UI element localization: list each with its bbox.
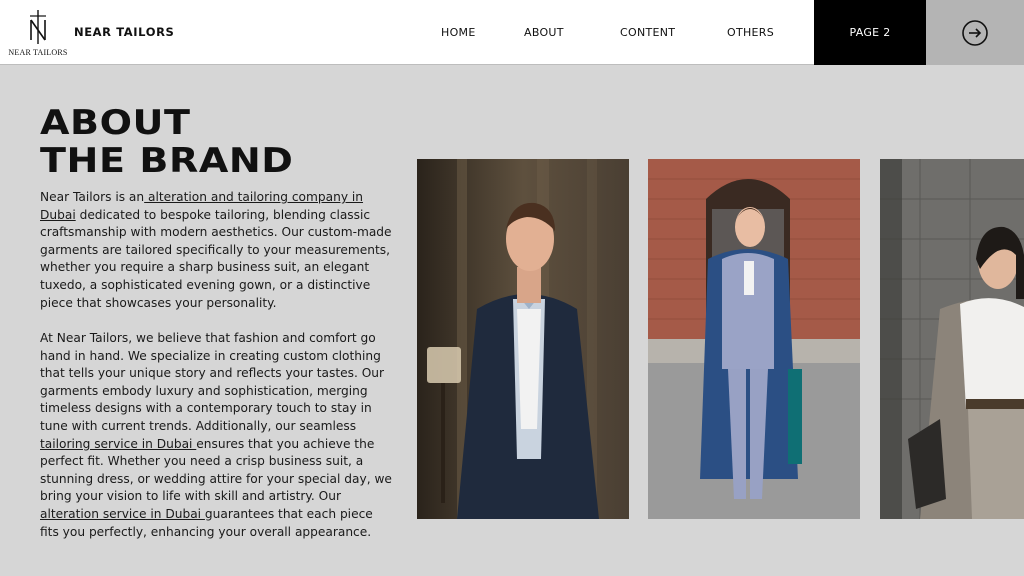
photo-man-suit — [417, 159, 629, 519]
logo-subtitle: NEAR TAILORS — [8, 48, 68, 57]
about-paragraph: At Near Tailors, we believe that fashion… — [40, 330, 394, 541]
p2-text-a: At Near Tailors, we believe that fashion… — [40, 331, 385, 433]
intro-paragraph: Near Tailors is an alteration and tailor… — [40, 189, 394, 312]
p1-text-a: Near Tailors is an — [40, 190, 145, 204]
brand-name[interactable]: NEAR TAILORS — [74, 25, 174, 39]
alteration-service-link[interactable]: alteration service in Dubai — [40, 507, 205, 521]
title-line-2: THE BRAND — [40, 141, 294, 181]
p1-text-b: dedicated to bespoke tailoring, blending… — [40, 207, 392, 310]
title-line-1: ABOUT — [40, 103, 191, 143]
photo-woman-lilac-suit — [648, 159, 860, 519]
nav-about[interactable]: ABOUT — [524, 26, 564, 39]
nav-content[interactable]: CONTENT — [620, 26, 675, 39]
tailoring-service-link[interactable]: tailoring service in Dubai — [40, 437, 196, 451]
photo-woman-beige-outfit — [880, 159, 1024, 519]
nav-home[interactable]: HOME — [441, 26, 476, 39]
page-title: ABOUT THE BRAND — [40, 104, 293, 180]
logo[interactable]: NEAR TAILORS — [6, 8, 70, 60]
page-button[interactable]: PAGE 2 — [814, 0, 926, 65]
arrow-right-circle-icon — [962, 19, 988, 46]
site-header: NEAR TAILORS NEAR TAILORS HOME ABOUT CON… — [0, 0, 1024, 65]
next-button[interactable] — [926, 0, 1024, 65]
logo-monogram-icon — [30, 10, 46, 44]
nav-others[interactable]: OTHERS — [727, 26, 774, 39]
